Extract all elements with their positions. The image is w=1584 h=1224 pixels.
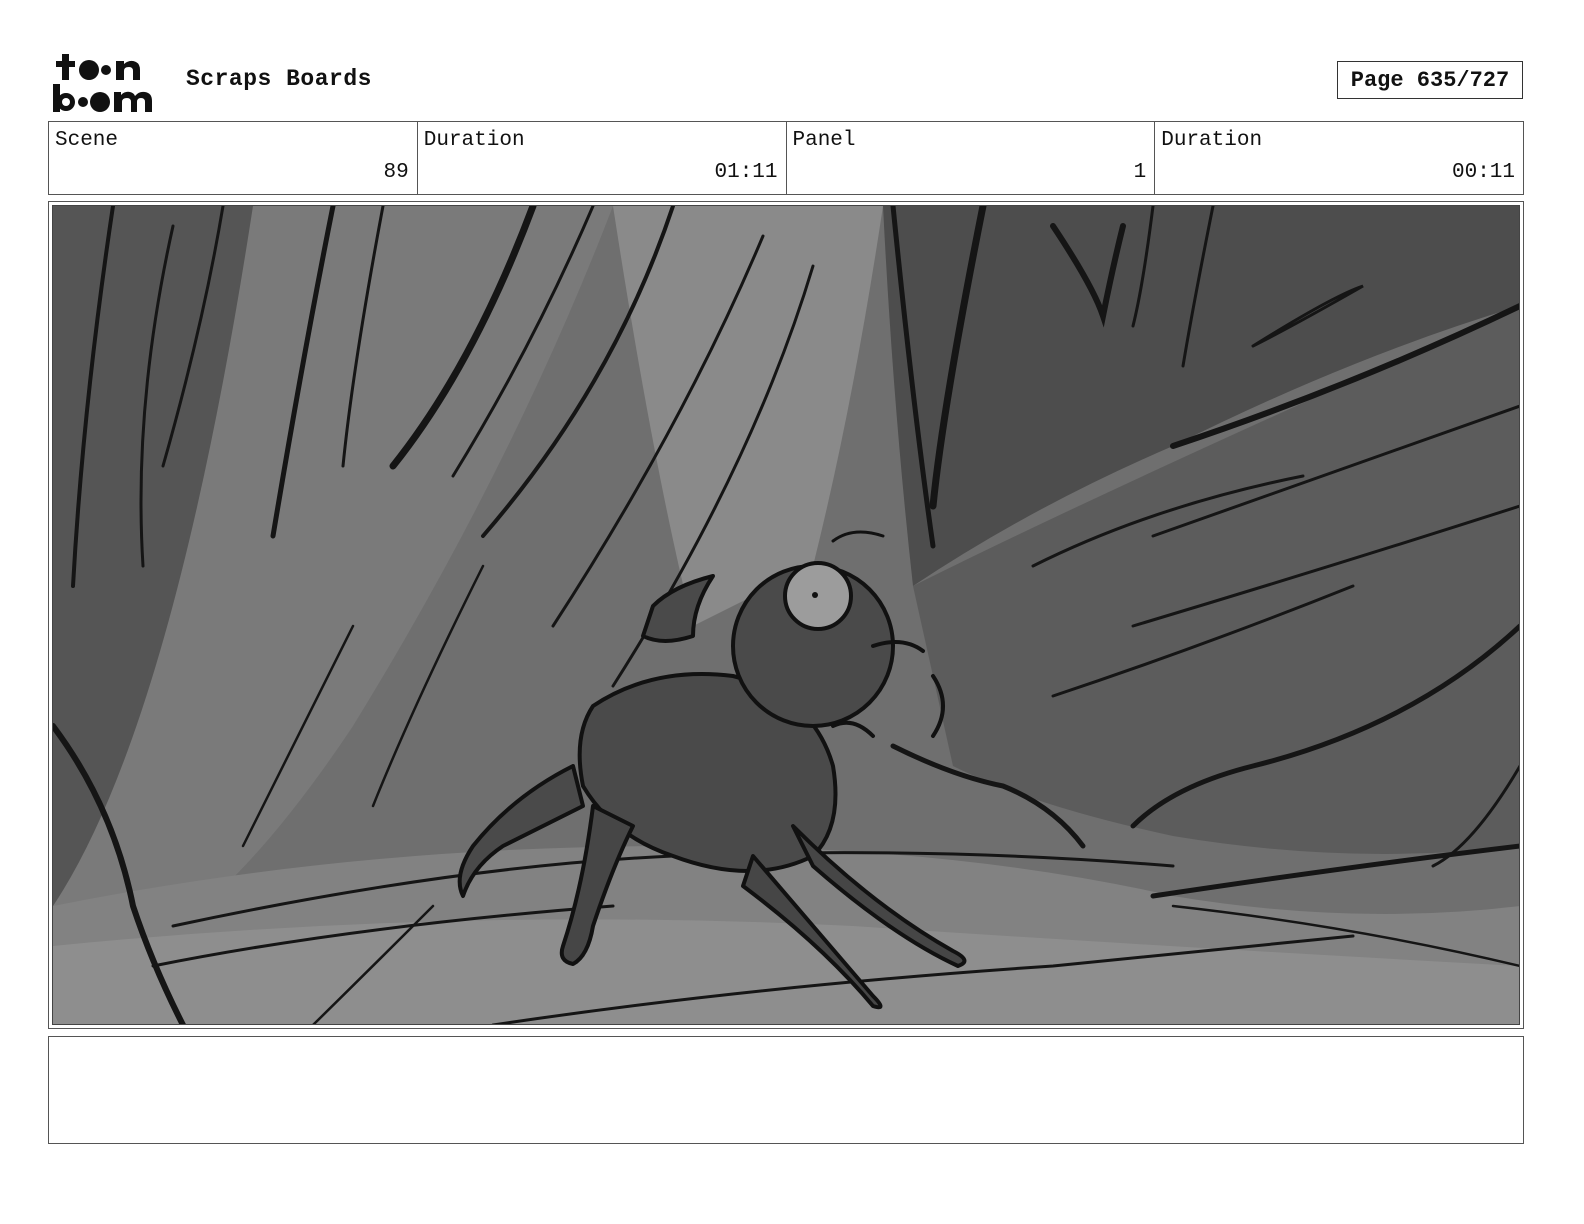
scene-duration-value: 01:11 [714, 161, 778, 184]
scene-cell: Scene 89 [49, 122, 418, 194]
document-title: Scraps Boards [186, 66, 372, 92]
panel-label: Panel [792, 129, 856, 152]
panel-duration-cell: Duration 00:11 [1155, 122, 1523, 194]
toon-boom-logo [50, 50, 166, 114]
panel-duration-value: 00:11 [1451, 161, 1515, 184]
scene-duration-label: Duration [423, 129, 525, 152]
panel-duration-label: Duration [1161, 129, 1263, 152]
storyboard-panel-drawing [52, 205, 1520, 1025]
page-number: Page 635/727 [1337, 61, 1523, 99]
panel-cell: Panel 1 [787, 122, 1156, 194]
scene-duration-cell: Duration 01:11 [418, 122, 787, 194]
storyboard-panel-frame [48, 201, 1524, 1029]
scene-info-table: Scene 89 Duration 01:11 Panel 1 Duration… [48, 121, 1524, 195]
scene-value: 89 [383, 161, 409, 184]
scene-label: Scene [55, 129, 119, 152]
panel-notes-box [48, 1036, 1524, 1144]
panel-value: 1 [1133, 161, 1147, 184]
